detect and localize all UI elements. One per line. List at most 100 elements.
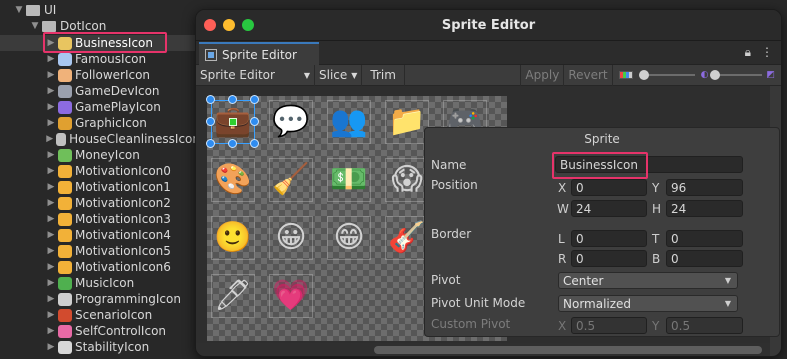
zoom-slider-knob[interactable] — [638, 69, 649, 80]
people-icon[interactable]: 👥 — [327, 100, 371, 144]
hierarchy-item[interactable]: ▶ HouseCleanlinessIcon — [0, 131, 200, 147]
hierarchy-item[interactable]: ▶ ScenarioIcon — [0, 307, 200, 323]
expand-arrow-icon[interactable]: ▶ — [46, 198, 56, 208]
expand-arrow-icon[interactable]: ▶ — [46, 214, 56, 224]
pivot-dropdown[interactable]: Center ▼ — [558, 272, 738, 289]
expand-arrow-icon[interactable]: ▶ — [46, 294, 56, 304]
selection-handle[interactable] — [228, 139, 237, 148]
scared-face-icon[interactable]: 😱 — [385, 158, 429, 202]
hierarchy-item[interactable]: ▶ MotivationIcon0 — [0, 163, 200, 179]
expand-arrow-icon[interactable]: ▶ — [46, 182, 56, 192]
hierarchy-item[interactable]: ▶ MotivationIcon3 — [0, 211, 200, 227]
maximize-window-button[interactable] — [242, 19, 254, 31]
border-t-field[interactable]: 0 — [666, 230, 743, 247]
hierarchy-item[interactable]: ▶ MotivationIcon5 — [0, 243, 200, 259]
expand-arrow-icon[interactable]: ▶ — [46, 134, 54, 144]
mip-slider-knob[interactable] — [710, 69, 721, 80]
hierarchy-item[interactable]: ▶ StabilityIcon — [0, 339, 200, 355]
hierarchy-item[interactable]: ▶ MoneyIcon — [0, 147, 200, 163]
hierarchy-item[interactable]: ▶ MotivationIcon6 — [0, 259, 200, 275]
pivot-handle[interactable] — [229, 118, 237, 126]
expand-arrow-icon[interactable]: ▶ — [46, 262, 56, 272]
position-y-field[interactable]: 96 — [666, 179, 743, 196]
selection-handle[interactable] — [250, 117, 259, 126]
hierarchy-item[interactable]: ▶ GamePlayIcon — [0, 99, 200, 115]
border-r-field[interactable]: 0 — [571, 250, 647, 267]
expand-arrow-icon[interactable]: ▶ — [46, 102, 56, 112]
expand-arrow-icon[interactable]: ▶ — [46, 118, 56, 128]
hierarchy-item[interactable]: ▶ MotivationIcon1 — [0, 179, 200, 195]
custom-pivot-y-field[interactable]: 0.5 — [666, 317, 743, 334]
expand-arrow-icon[interactable]: ▶ — [46, 230, 56, 240]
hierarchy-item[interactable]: ▶ FamousIcon — [0, 51, 200, 67]
expand-arrow-icon[interactable]: ▶ — [46, 150, 56, 160]
lock-icon[interactable]: 🔒︎ — [745, 45, 751, 60]
palette-icon[interactable]: 🎨 — [211, 158, 255, 202]
money-icon[interactable]: 💵 — [327, 158, 371, 202]
expand-arrow-icon[interactable]: ▼ — [14, 5, 24, 15]
hierarchy-label: DotIcon — [60, 19, 107, 33]
expand-arrow-icon[interactable]: ▶ — [46, 70, 56, 80]
slice-dropdown[interactable]: Slice ▼ — [315, 64, 363, 86]
selection-handle[interactable] — [206, 139, 215, 148]
position-x-field[interactable]: 0 — [571, 179, 647, 196]
horizontal-scrollbar-thumb[interactable] — [374, 346, 762, 354]
hierarchy-item[interactable]: ▶ MusicIcon — [0, 275, 200, 291]
zoom-slider[interactable] — [638, 65, 699, 86]
hierarchy-item[interactable]: ▶ GraphicIcon — [0, 115, 200, 131]
hierarchy-item[interactable]: ▶ FollowerIcon — [0, 67, 200, 83]
tab-sprite-editor[interactable]: Sprite Editor — [199, 42, 319, 65]
selection-handle[interactable] — [250, 95, 259, 104]
hierarchy-item[interactable]: ▶ MotivationIcon2 — [0, 195, 200, 211]
hierarchy-item[interactable]: ▶ GameDevIcon — [0, 83, 200, 99]
selection-handle[interactable] — [206, 95, 215, 104]
selection-handle[interactable] — [228, 95, 237, 104]
mode-dropdown[interactable]: Sprite Editor ▼ — [196, 64, 315, 86]
minimize-window-button[interactable] — [223, 19, 235, 31]
trim-button[interactable]: Trim — [362, 64, 405, 86]
smile-face-icon[interactable]: 😀 — [269, 216, 313, 260]
horizontal-scrollbar[interactable] — [196, 343, 770, 356]
close-window-button[interactable] — [204, 19, 216, 31]
hierarchy-item-ui[interactable]: ▼ UI — [0, 2, 200, 18]
folder-icon[interactable]: 📁 — [385, 100, 429, 144]
expand-arrow-icon[interactable]: ▼ — [30, 21, 40, 31]
expand-arrow-icon[interactable]: ▶ — [46, 246, 56, 256]
border-b-field[interactable]: 0 — [666, 250, 743, 267]
selection-handle[interactable] — [206, 117, 215, 126]
pivot-unit-mode-dropdown[interactable]: Normalized ▼ — [558, 295, 738, 312]
hierarchy-item[interactable]: ▶ SelfControlIcon — [0, 323, 200, 339]
vacuum-icon[interactable]: 🧹 — [269, 158, 313, 202]
expand-arrow-icon[interactable]: ▶ — [46, 310, 56, 320]
panel-title: Sprite — [584, 132, 620, 146]
expand-arrow-icon[interactable]: ▶ — [46, 86, 56, 96]
guitar-icon[interactable]: 🎸 — [385, 216, 429, 260]
revert-button[interactable]: Revert — [564, 64, 613, 86]
window-titlebar[interactable]: Sprite Editor — [196, 10, 781, 41]
apply-button[interactable]: Apply — [520, 64, 565, 86]
size-h-field[interactable]: 24 — [666, 200, 743, 217]
pen-icon[interactable]: 🖊 — [211, 274, 255, 318]
custom-pivot-x-field[interactable]: 0.5 — [571, 317, 647, 334]
hierarchy-label: FamousIcon — [75, 52, 147, 66]
size-h-value: 24 — [671, 201, 687, 216]
trim-label: Trim — [370, 68, 396, 82]
hierarchy-item[interactable]: ▶ ProgrammingIcon — [0, 291, 200, 307]
expand-arrow-icon[interactable]: ▶ — [46, 342, 56, 352]
neutral-face-icon[interactable]: 🙂 — [211, 216, 255, 260]
border-l-field[interactable]: 0 — [571, 230, 647, 247]
mip-slider[interactable] — [710, 65, 766, 86]
expand-arrow-icon[interactable]: ▶ — [46, 326, 56, 336]
expand-arrow-icon[interactable]: ▶ — [46, 278, 56, 288]
tab-bar: Sprite Editor 🔒︎ ⋮ — [196, 41, 781, 65]
grin-face-icon[interactable]: 😁 — [327, 216, 371, 260]
color-channel-toggle[interactable] — [618, 71, 633, 79]
speech-bubble-icon[interactable]: 💬 — [269, 100, 313, 144]
hierarchy-item[interactable]: ▶ MotivationIcon4 — [0, 227, 200, 243]
heart-icon[interactable]: 💗 — [269, 274, 313, 318]
selection-handle[interactable] — [250, 139, 259, 148]
kebab-menu-icon[interactable]: ⋮ — [761, 45, 773, 60]
size-w-field[interactable]: 24 — [571, 200, 647, 217]
expand-arrow-icon[interactable]: ▶ — [46, 166, 56, 176]
expand-arrow-icon[interactable]: ▶ — [46, 54, 56, 64]
